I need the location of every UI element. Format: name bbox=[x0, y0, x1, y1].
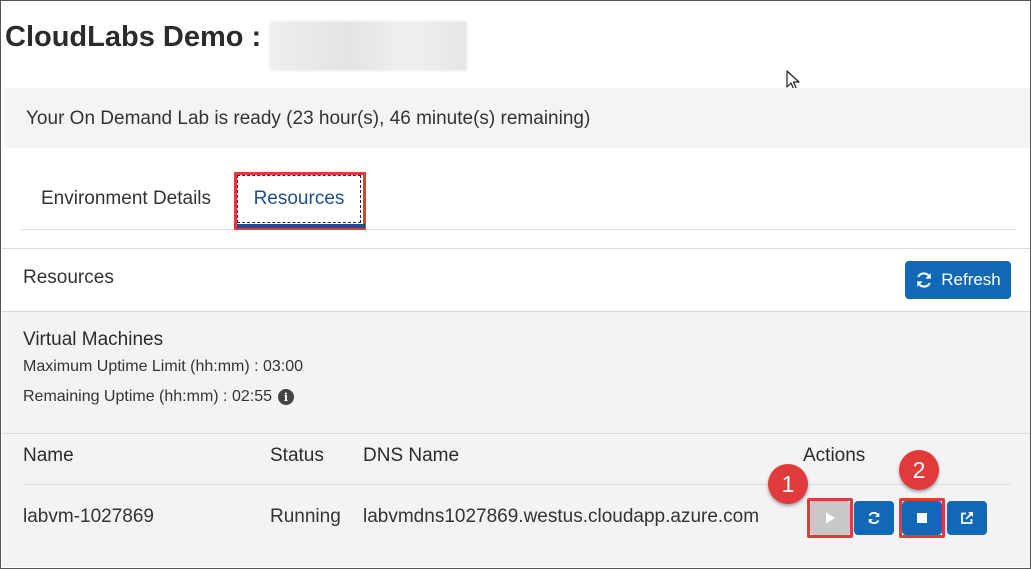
tab-resources[interactable]: Resources bbox=[237, 171, 361, 227]
column-header-status: Status bbox=[270, 445, 324, 466]
row-divider bbox=[23, 484, 1010, 485]
lab-status-bar: Your On Demand Lab is ready (23 hour(s),… bbox=[5, 88, 1030, 148]
info-icon[interactable]: i bbox=[277, 389, 294, 405]
start-icon bbox=[826, 512, 835, 524]
vm-dns-name[interactable]: labvmdns1027869.westus.cloudapp.azure.co… bbox=[363, 506, 759, 528]
lab-status-message: Your On Demand Lab is ready (23 hour(s),… bbox=[26, 108, 591, 129]
step-marker-1: 1 bbox=[768, 464, 808, 504]
stop-vm-button[interactable] bbox=[902, 501, 942, 535]
window-frame: CloudLabs Demo : Your On Demand Lab is r… bbox=[0, 0, 1031, 569]
page-title: CloudLabs Demo : bbox=[5, 21, 262, 53]
restart-icon bbox=[868, 511, 880, 525]
resources-panel-title: Resources bbox=[23, 267, 114, 288]
refresh-icon bbox=[917, 272, 932, 288]
refresh-label: Refresh bbox=[941, 270, 1001, 289]
column-header-actions: Actions bbox=[803, 445, 866, 466]
resources-panel-header: Resources Refresh bbox=[2, 249, 1030, 312]
max-uptime-limit: Maximum Uptime Limit (hh:mm) : 03:00 bbox=[23, 358, 304, 375]
column-header-name: Name bbox=[23, 445, 74, 466]
table-divider bbox=[2, 433, 1030, 434]
vm-name: labvm-1027869 bbox=[23, 506, 154, 527]
tab-bar: Environment Details Resources bbox=[21, 171, 1016, 230]
remaining-uptime: Remaining Uptime (hh:mm) : 02:55 bbox=[23, 388, 272, 405]
refresh-button[interactable]: Refresh bbox=[905, 261, 1011, 299]
virtual-machines-heading: Virtual Machines bbox=[23, 329, 164, 350]
open-external-icon bbox=[961, 511, 974, 524]
virtual-machines-section: Virtual Machines Maximum Uptime Limit (h… bbox=[2, 312, 1030, 567]
column-header-dns-name: DNS Name bbox=[363, 445, 460, 466]
redacted-lab-name bbox=[269, 21, 467, 71]
resources-panel: Resources Refresh Virtual Machines Maxim… bbox=[2, 248, 1030, 567]
stop-icon bbox=[917, 513, 927, 523]
vm-status: Running bbox=[270, 506, 341, 527]
active-tab-indicator bbox=[237, 224, 365, 228]
tab-environment-details[interactable]: Environment Details bbox=[41, 171, 211, 227]
open-vm-button[interactable] bbox=[947, 501, 987, 535]
step-marker-2: 2 bbox=[899, 450, 939, 490]
restart-vm-button[interactable] bbox=[854, 501, 894, 535]
start-vm-button[interactable] bbox=[810, 501, 850, 535]
remaining-uptime-row: Remaining Uptime (hh:mm) : 02:55 i bbox=[23, 388, 294, 406]
